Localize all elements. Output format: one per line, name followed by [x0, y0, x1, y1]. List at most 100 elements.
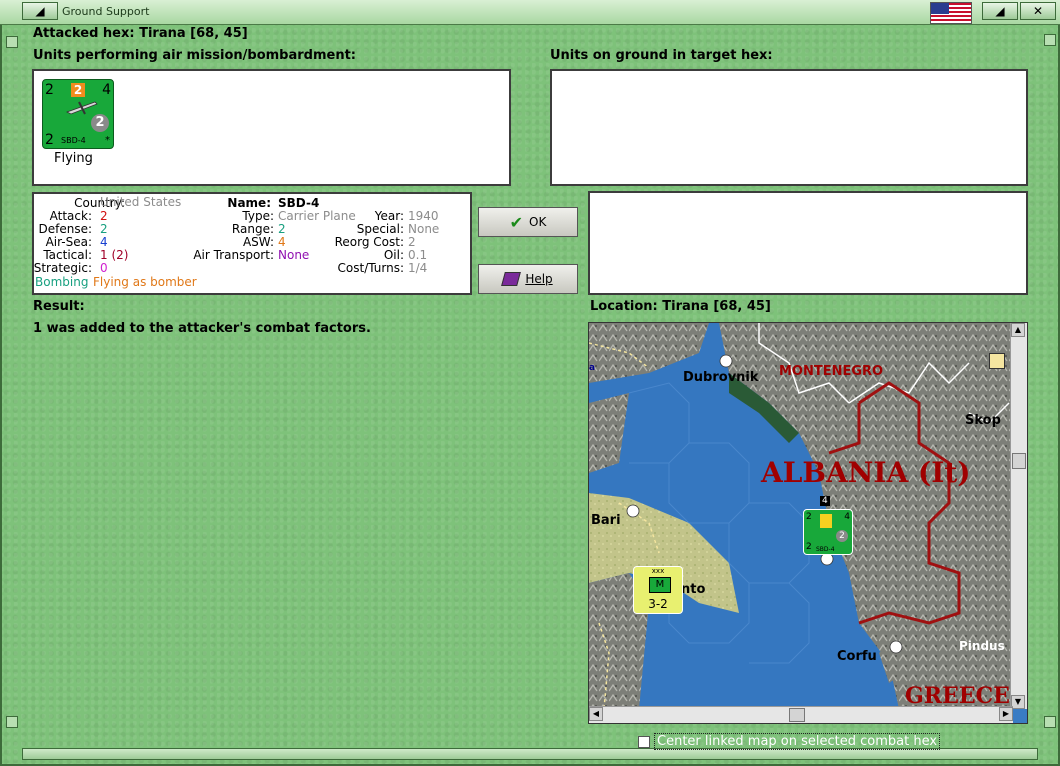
unit-name: SBD-4 — [61, 136, 86, 145]
year-key: Year: — [374, 209, 404, 223]
ok-button[interactable]: ✔ OK — [478, 207, 578, 237]
ground-units-box — [550, 69, 1028, 186]
map-terrain — [589, 323, 1013, 709]
oil-value: 0.1 — [408, 248, 428, 262]
map-label-skop: Skop — [965, 413, 1001, 428]
strategic-key: Strategic: — [33, 261, 92, 275]
unit-range-value: 4 — [102, 82, 111, 98]
title-bar: ◢ Ground Support ◢ ✕ — [0, 0, 1060, 25]
checkbox-box[interactable] — [638, 735, 650, 748]
unit-status-caption: Flying — [54, 151, 93, 166]
map-unit-tr: 4 — [844, 512, 850, 522]
asw-key: ASW: — [242, 235, 274, 249]
map-italian-unit[interactable]: xxx M 3-2 — [633, 566, 683, 614]
map-label-bari: Bari — [591, 513, 621, 528]
restore-button[interactable]: ◢ — [982, 2, 1018, 20]
defense-value: 2 — [100, 222, 108, 236]
country-value: United States — [100, 195, 182, 209]
reorg-key: Reorg Cost: — [334, 235, 404, 249]
us-flag-icon — [930, 2, 972, 24]
type-value: Carrier Plane — [278, 209, 356, 223]
attack-key: Attack: — [49, 209, 92, 223]
help-button[interactable]: Help — [478, 264, 578, 294]
scroll-left-button[interactable]: ◀ — [589, 707, 603, 721]
asw-value: 4 — [278, 235, 286, 249]
explosion-icon — [820, 514, 832, 528]
cost-key: Cost/Turns: — [337, 261, 404, 275]
oil-key: Oil: — [383, 248, 404, 262]
location-map[interactable]: Dubrovnik MONTENEGRO ALBANIA (It) Skop B… — [588, 322, 1028, 724]
close-button[interactable]: ✕ — [1020, 2, 1056, 20]
unit-defense-value: 2 — [45, 132, 54, 148]
map-label-fragment: a — [589, 363, 596, 373]
range-key: Range: — [231, 222, 274, 236]
scroll-down-button[interactable]: ▼ — [1011, 695, 1025, 709]
map-unit-circle: 2 — [836, 530, 848, 542]
checkbox-label: Center linked map on selected combat hex — [654, 733, 941, 750]
result-text: 1 was added to the attacker's combat fac… — [33, 321, 371, 336]
map-label-corfu: Corfu — [837, 649, 877, 664]
map-label-dubrovnik: Dubrovnik — [683, 370, 759, 385]
air-transport-value: None — [278, 248, 310, 262]
special-key: Special: — [356, 222, 404, 236]
map-vertical-scrollbar[interactable]: ▲ ▼ — [1010, 323, 1027, 709]
unit-attack-value: 2 — [45, 82, 54, 98]
help-book-icon — [501, 272, 522, 286]
name-key: Name: — [227, 196, 271, 210]
airsea-key: Air-Sea: — [45, 235, 92, 249]
type-key: Type: — [242, 209, 274, 223]
unit-strength: 3-2 — [648, 597, 668, 611]
attacked-hex-label: Attacked hex: Tirana [68, 45] — [33, 26, 248, 41]
reorg-value: 2 — [408, 235, 416, 249]
map-horizontal-scrollbar[interactable]: ◀ ▶ — [589, 706, 1013, 723]
airsea-value: 4 — [100, 235, 108, 249]
map-label-taranto: nto — [681, 582, 706, 597]
air-transport-key: Air Transport: — [193, 248, 274, 262]
map-label-montenegro: MONTENEGRO — [779, 364, 884, 379]
ok-label: OK — [529, 215, 547, 229]
scroll-right-button[interactable]: ▶ — [999, 707, 1013, 721]
checkmark-icon: ✔ — [509, 212, 524, 232]
window-title: Ground Support — [62, 5, 150, 18]
air-units-label: Units performing air mission/bombardment… — [33, 48, 357, 63]
center-map-checkbox[interactable]: Center linked map on selected combat hex — [638, 733, 941, 750]
unit-tactical-badge: 2 — [71, 83, 85, 97]
vertical-scroll-thumb[interactable] — [1012, 453, 1026, 469]
location-label: Location: Tirana [68, 45] — [590, 299, 771, 314]
attack-value: 2 — [100, 209, 108, 223]
unit-strategic-circle: 2 — [91, 114, 109, 132]
strategic-value: 0 — [100, 261, 108, 275]
map-unit-name: SBD-4 — [816, 546, 835, 553]
help-label: Help — [525, 272, 553, 286]
left-side-bar — [2, 26, 20, 748]
tactical-value: 1 (2) — [100, 248, 129, 262]
name-value: SBD-4 — [278, 196, 320, 210]
map-unit-tl: 2 — [806, 512, 812, 522]
tactical-key: Tactical: — [43, 248, 92, 262]
unit-type-box: M — [649, 577, 671, 593]
map-hq-icon — [989, 353, 1005, 369]
air-unit-counter[interactable]: 2 2 4 2 2 SBD-4 * — [42, 79, 114, 149]
year-value: 1940 — [408, 209, 439, 223]
unit-info-panel: Country: United States Attack: 2 Defense… — [32, 192, 472, 295]
unit-size: xxx — [651, 567, 665, 575]
map-unit-badge: 4 — [820, 496, 830, 506]
result-label: Result: — [33, 299, 85, 314]
mission-value: Bombing — [35, 275, 89, 289]
target-info-box — [588, 191, 1028, 295]
map-air-unit[interactable]: 4 2 4 2 2 SBD-4 — [803, 496, 853, 555]
defense-key: Defense: — [38, 222, 92, 236]
scroll-up-button[interactable]: ▲ — [1011, 323, 1025, 337]
range-value: 2 — [278, 222, 286, 236]
air-units-box: 2 2 4 2 2 SBD-4 * Flying — [32, 69, 511, 186]
horizontal-scroll-thumb[interactable] — [789, 708, 805, 722]
cost-value: 1/4 — [408, 261, 428, 275]
unit-star: * — [105, 135, 110, 146]
collapse-button[interactable]: ◢ — [22, 2, 58, 20]
special-value: None — [408, 222, 440, 236]
map-unit-bl: 2 — [806, 542, 812, 552]
ground-units-label: Units on ground in target hex: — [550, 48, 773, 63]
map-label-pindus: Pindus I — [959, 639, 1014, 653]
map-label-albania: ALBANIA (It) — [761, 456, 971, 489]
flying-as-value: Flying as bomber — [93, 275, 197, 289]
